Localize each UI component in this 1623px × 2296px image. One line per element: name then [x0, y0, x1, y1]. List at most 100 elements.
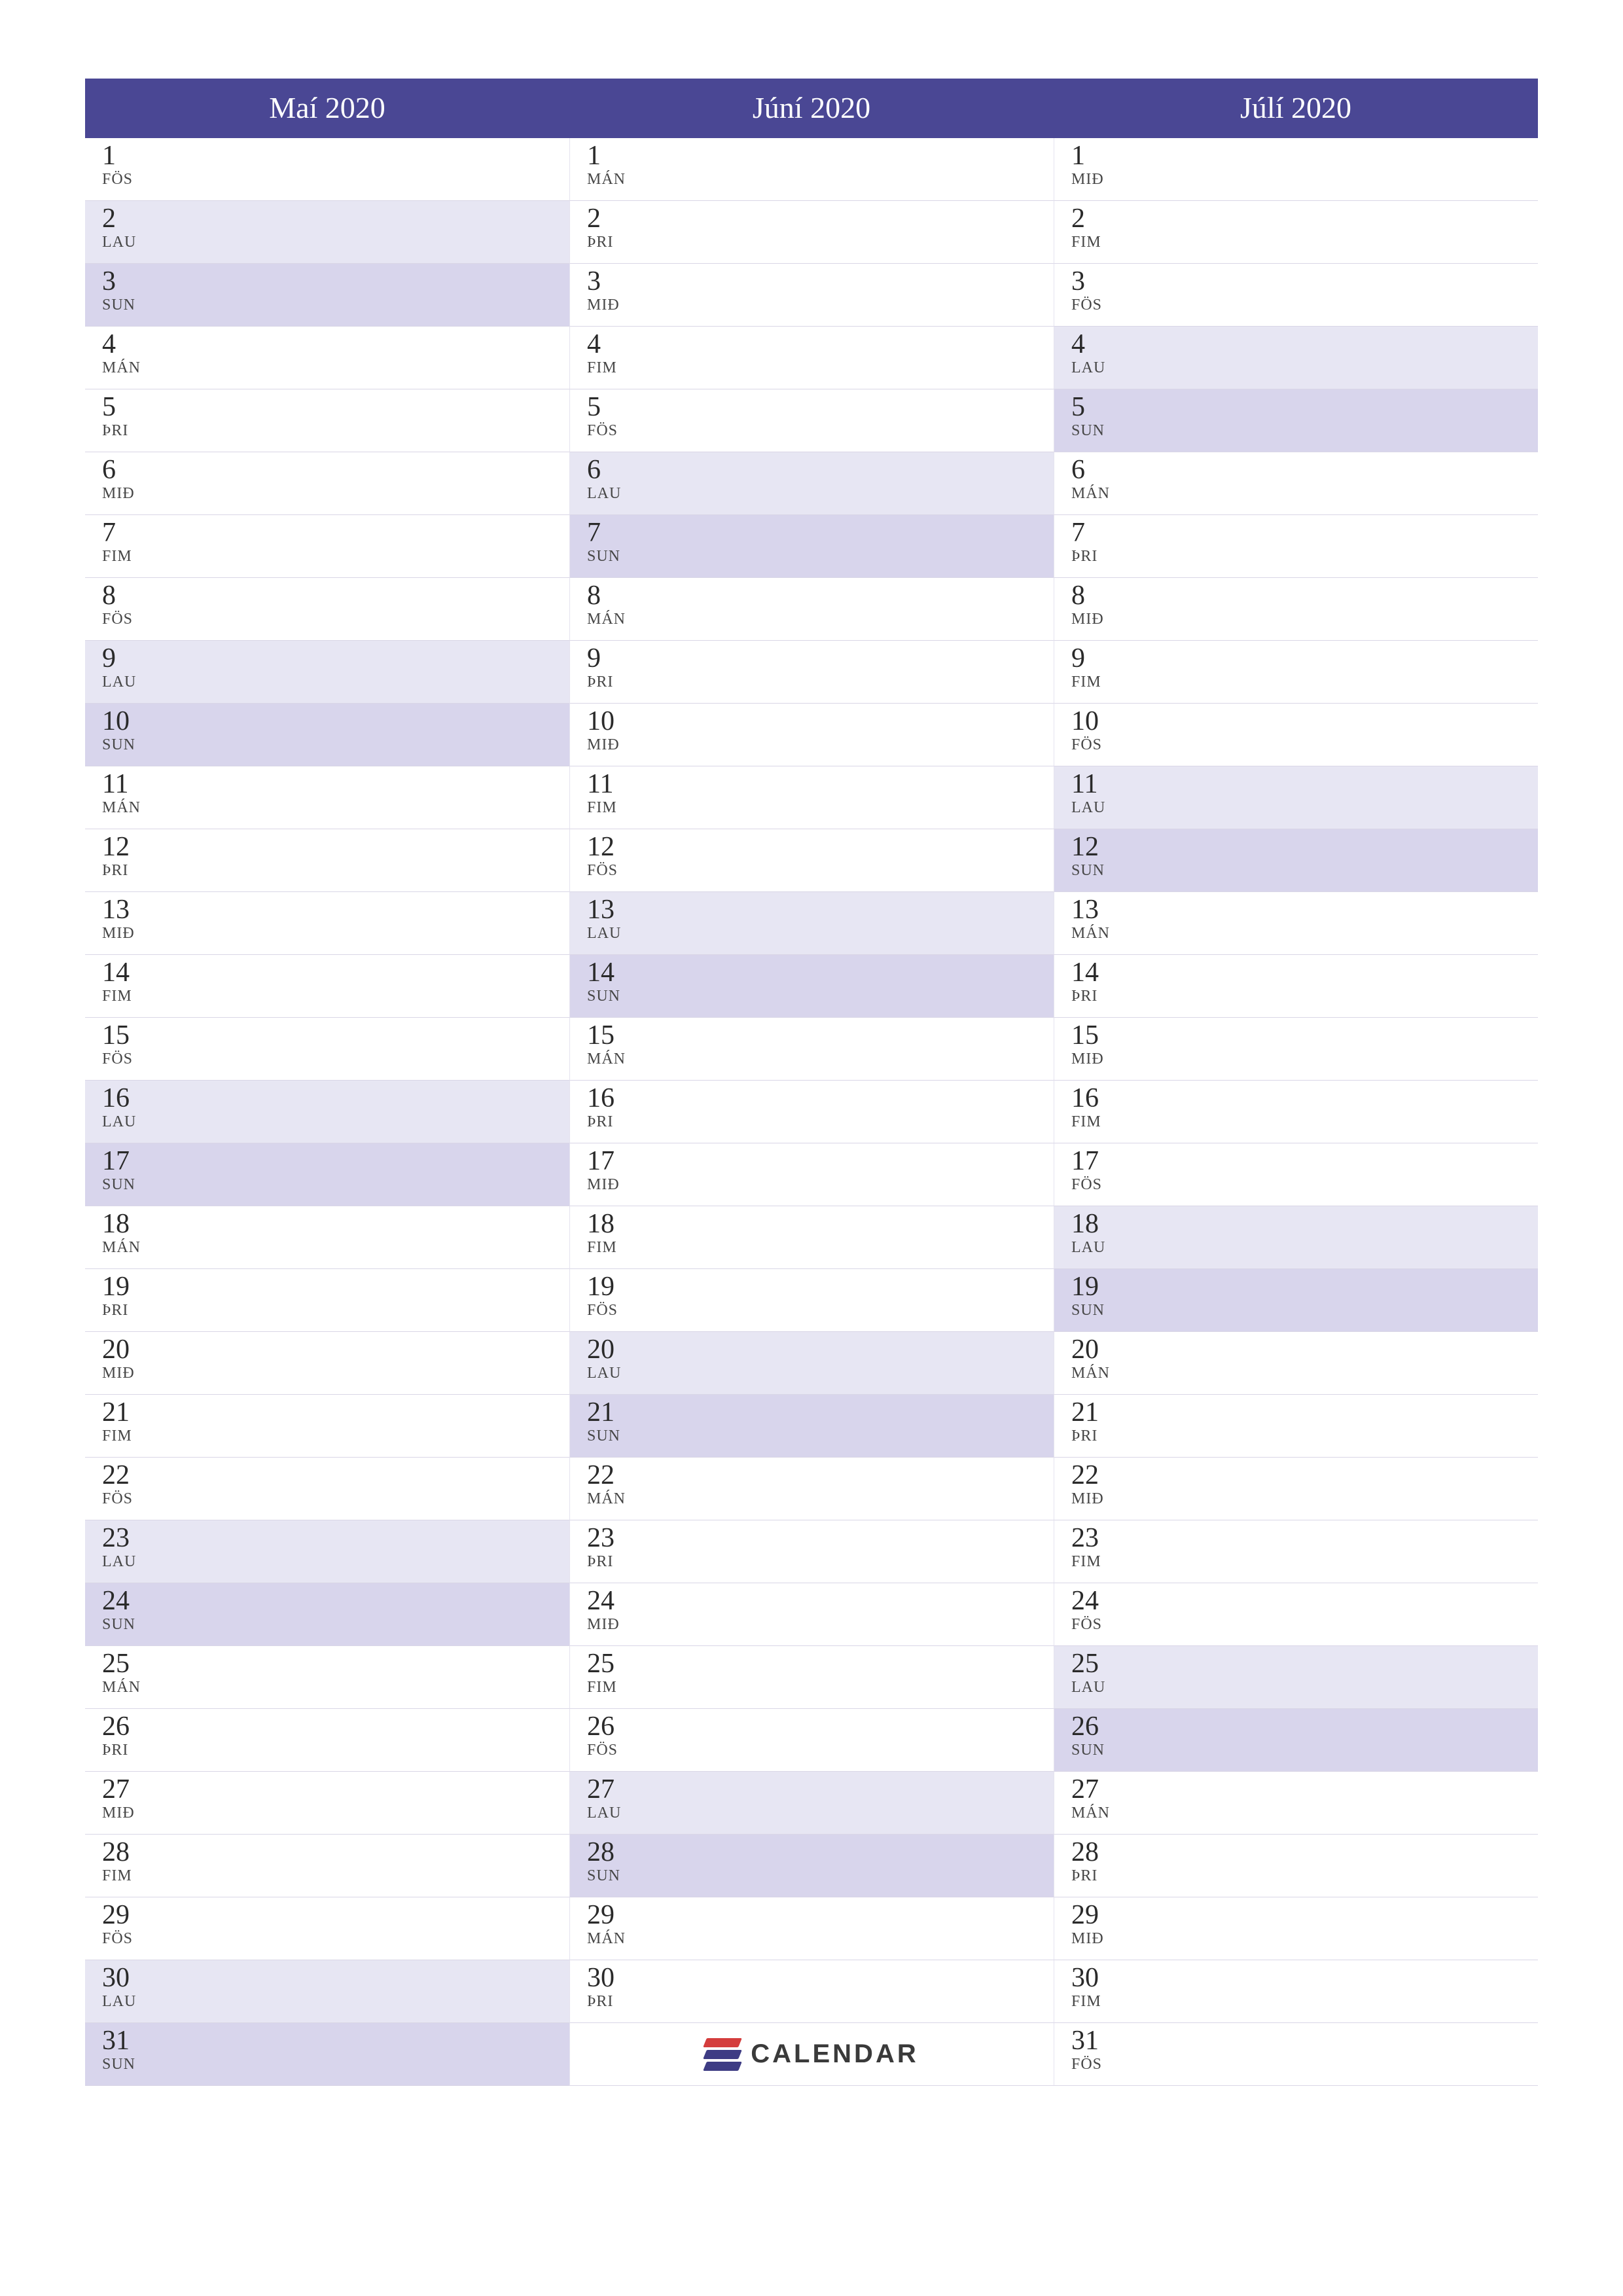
- days-list: 1MIÐ2FIM3FÖS4LAU5SUN6MÁN7ÞRI8MIÐ9FIM10FÖ…: [1054, 138, 1538, 2086]
- month-column: Maí 20201FÖS2LAU3SUN4MÁN5ÞRI6MIÐ7FIM8FÖS…: [85, 79, 569, 2086]
- day-number: 6: [587, 456, 1054, 484]
- day-of-week-label: MIÐ: [587, 1616, 1054, 1634]
- day-number: 16: [1071, 1085, 1538, 1112]
- day-cell: 20LAU: [569, 1332, 1054, 1395]
- day-cell: 9FIM: [1054, 641, 1538, 704]
- day-of-week-label: MÁN: [1071, 1804, 1538, 1822]
- day-number: 3: [102, 268, 569, 295]
- day-of-week-label: FIM: [587, 799, 1054, 817]
- day-number: 27: [1071, 1776, 1538, 1803]
- day-of-week-label: SUN: [102, 296, 569, 314]
- day-number: 28: [102, 1839, 569, 1866]
- day-cell: 3FÖS: [1054, 264, 1538, 327]
- day-of-week-label: SUN: [1071, 1742, 1538, 1759]
- day-cell: 8MÁN: [569, 578, 1054, 641]
- day-number: 11: [587, 770, 1054, 798]
- day-cell: 25 FIM: [569, 1646, 1054, 1709]
- day-cell: 13MIÐ: [85, 892, 569, 955]
- day-of-week-label: MIÐ: [1071, 171, 1538, 188]
- day-cell: 26 SUN: [1054, 1709, 1538, 1772]
- days-list: 1FÖS2LAU3SUN4MÁN5ÞRI6MIÐ7FIM8FÖS9LAU10SU…: [85, 138, 569, 2086]
- day-number: 21: [102, 1399, 569, 1426]
- day-of-week-label: LAU: [587, 485, 1054, 503]
- day-cell: 27LAU: [569, 1772, 1054, 1835]
- day-cell: 1MIÐ: [1054, 138, 1538, 201]
- brand-cell: CALENDAR: [569, 2023, 1054, 2086]
- day-cell: 30ÞRI: [569, 1960, 1054, 2023]
- day-cell: 3SUN: [85, 264, 569, 327]
- day-number: 19: [587, 1273, 1054, 1300]
- day-cell: 23LAU: [85, 1520, 569, 1583]
- day-cell: 16LAU: [85, 1081, 569, 1143]
- day-number: 21: [587, 1399, 1054, 1426]
- day-cell: 22FÖS: [85, 1458, 569, 1520]
- day-cell: 23FIM: [1054, 1520, 1538, 1583]
- day-of-week-label: MIÐ: [587, 1176, 1054, 1194]
- brand-name: CALENDAR: [751, 2039, 918, 2069]
- day-of-week-label: SUN: [1071, 862, 1538, 880]
- day-of-week-label: ÞRI: [587, 673, 1054, 691]
- day-of-week-label: FIM: [1071, 673, 1538, 691]
- day-cell: 18MÁN: [85, 1206, 569, 1269]
- day-cell: 29MÁN: [569, 1897, 1054, 1960]
- day-number: 2: [587, 205, 1054, 232]
- day-of-week-label: SUN: [102, 736, 569, 754]
- day-cell: 20MIÐ: [85, 1332, 569, 1395]
- day-cell: 15FÖS: [85, 1018, 569, 1081]
- day-cell: 7FIM: [85, 515, 569, 578]
- day-cell: 26FÖS: [569, 1709, 1054, 1772]
- day-number: 20: [587, 1336, 1054, 1363]
- day-cell: 26ÞRI: [85, 1709, 569, 1772]
- day-cell: 17SUN: [85, 1143, 569, 1206]
- day-of-week-label: MÁN: [1071, 485, 1538, 503]
- day-of-week-label: MÁN: [587, 1050, 1054, 1068]
- day-cell: 14FIM: [85, 955, 569, 1018]
- day-of-week-label: LAU: [1071, 1239, 1538, 1257]
- day-of-week-label: FIM: [587, 1679, 1054, 1696]
- day-of-week-label: MIÐ: [1071, 1050, 1538, 1068]
- day-of-week-label: LAU: [102, 673, 569, 691]
- day-cell: 30FIM: [1054, 1960, 1538, 2023]
- day-cell: 21ÞRI: [1054, 1395, 1538, 1458]
- day-number: 20: [1071, 1336, 1538, 1363]
- day-number: 28: [1071, 1839, 1538, 1866]
- day-of-week-label: ÞRI: [1071, 988, 1538, 1005]
- day-of-week-label: SUN: [102, 1616, 569, 1634]
- day-cell: 10MIÐ: [569, 704, 1054, 766]
- day-cell: 12FÖS: [569, 829, 1054, 892]
- day-number: 30: [1071, 1964, 1538, 1992]
- day-of-week-label: MÁN: [587, 1930, 1054, 1948]
- day-number: 16: [587, 1085, 1054, 1112]
- day-cell: 24MIÐ: [569, 1583, 1054, 1646]
- day-number: 30: [102, 1964, 569, 1992]
- day-of-week-label: SUN: [102, 1176, 569, 1194]
- day-of-week-label: SUN: [1071, 422, 1538, 440]
- day-number: 26: [1071, 1713, 1538, 1740]
- day-cell: 13LAU: [569, 892, 1054, 955]
- day-cell: 6MIÐ: [85, 452, 569, 515]
- day-number: 25: [587, 1650, 1054, 1677]
- day-cell: 11FIM: [569, 766, 1054, 829]
- day-cell: 2ÞRI: [569, 201, 1054, 264]
- day-cell: 14ÞRI: [1054, 955, 1538, 1018]
- day-cell: 1FÖS: [85, 138, 569, 201]
- month-column: Júlí 20201MIÐ2FIM3FÖS4LAU5SUN6MÁN7ÞRI8MI…: [1054, 79, 1538, 2086]
- day-number: 4: [1071, 331, 1538, 358]
- day-number: 9: [1071, 645, 1538, 672]
- brand-logo: CALENDAR: [705, 2038, 918, 2071]
- day-of-week-label: ÞRI: [102, 1302, 569, 1319]
- day-number: 18: [102, 1210, 569, 1238]
- day-cell: 5FÖS: [569, 389, 1054, 452]
- day-number: 6: [102, 456, 569, 484]
- day-number: 2: [1071, 205, 1538, 232]
- month-header: Maí 2020: [85, 79, 569, 138]
- calendar-grid: Maí 20201FÖS2LAU3SUN4MÁN5ÞRI6MIÐ7FIM8FÖS…: [85, 79, 1538, 2086]
- day-of-week-label: MIÐ: [587, 296, 1054, 314]
- day-cell: 10SUN: [85, 704, 569, 766]
- day-number: 20: [102, 1336, 569, 1363]
- day-cell: 10FÖS: [1054, 704, 1538, 766]
- day-of-week-label: FÖS: [1071, 736, 1538, 754]
- day-number: 13: [1071, 896, 1538, 924]
- day-cell: 7ÞRI: [1054, 515, 1538, 578]
- day-of-week-label: LAU: [1071, 359, 1538, 377]
